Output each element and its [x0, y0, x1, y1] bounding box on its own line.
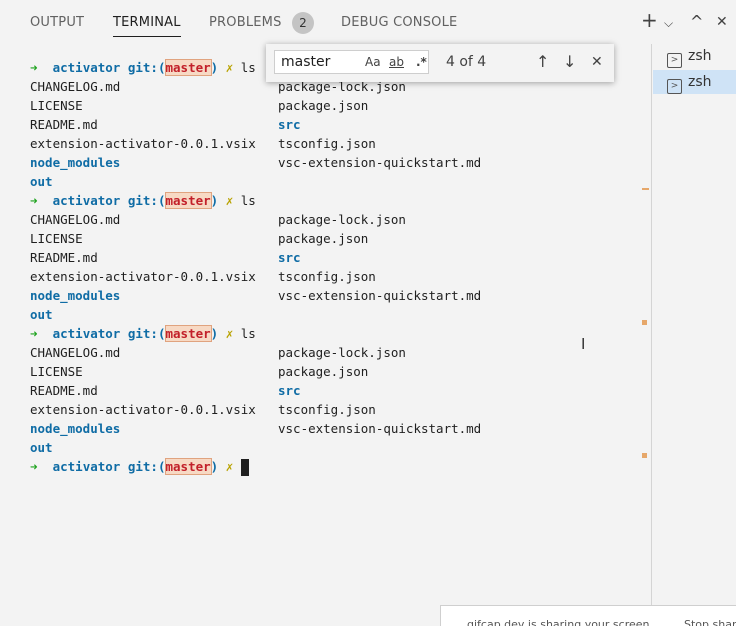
ls-file-entry: extension-activator-0.0.1.vsix	[30, 136, 256, 151]
tab-debug-console[interactable]: DEBUG CONSOLE	[341, 15, 457, 30]
prompt-line: ➜ activator git:(master) ✗	[30, 457, 249, 476]
git-prefix: git:(	[127, 60, 166, 75]
ls-file-entry: README.md	[30, 250, 98, 265]
ls-file-entry: package.json	[278, 364, 369, 379]
ls-file-entry: LICENSE	[30, 231, 83, 246]
command-text: ls	[240, 193, 256, 208]
close-panel-icon[interactable]: ✕	[716, 12, 728, 32]
ls-file-entry: package-lock.json	[278, 212, 406, 227]
git-branch: master	[164, 458, 212, 475]
ls-file-entry: CHANGELOG.md	[30, 79, 121, 94]
ls-file-entry: CHANGELOG.md	[30, 212, 121, 227]
ls-directory-entry: out	[30, 307, 53, 322]
ls-file-entry: tsconfig.json	[278, 402, 376, 417]
prompt-directory: activator	[52, 60, 121, 75]
git-prefix: git:(	[127, 193, 166, 208]
overview-ruler-marker	[642, 188, 649, 190]
ls-file-entry: package.json	[278, 98, 369, 113]
regex-toggle[interactable]: .*	[416, 55, 427, 69]
ls-file-entry: vsc-extension-quickstart.md	[278, 155, 482, 170]
git-prefix: git:(	[127, 459, 166, 474]
ls-directory-entry: src	[278, 383, 301, 398]
match-count: 4 of 4	[446, 54, 487, 70]
git-branch: master	[164, 59, 212, 76]
git-branch: master	[164, 325, 212, 342]
ls-file-entry: extension-activator-0.0.1.vsix	[30, 269, 256, 284]
command-text: ls	[240, 60, 256, 75]
ls-file-entry: tsconfig.json	[278, 136, 376, 151]
new-terminal-icon[interactable]: +	[641, 10, 658, 30]
ls-file-entry: package-lock.json	[278, 345, 406, 360]
prompt-directory: activator	[52, 459, 121, 474]
terminal-instance-1[interactable]: > zsh	[653, 44, 736, 68]
active-tab-indicator	[113, 36, 181, 37]
ls-directory-entry: src	[278, 117, 301, 132]
previous-match-icon[interactable]: ↑	[536, 52, 549, 71]
panel-tab-bar: OUTPUT TERMINAL PROBLEMS 2 DEBUG CONSOLE…	[0, 0, 736, 44]
prompt-directory: activator	[52, 193, 121, 208]
screen-share-banner: gifcap.dev is sharing your screen. Stop …	[440, 605, 736, 626]
text-cursor-icon: I	[581, 335, 586, 353]
prompt-arrow: ➜	[30, 193, 38, 208]
close-find-icon[interactable]: ✕	[591, 54, 603, 70]
ls-file-entry: LICENSE	[30, 364, 83, 379]
terminal-instance-label: zsh	[688, 74, 712, 90]
find-widget: Aa ab .* 4 of 4 ↑ ↓ ✕	[266, 44, 614, 82]
ls-directory-entry: node_modules	[30, 155, 121, 170]
ls-file-entry: LICENSE	[30, 98, 83, 113]
terminal-output[interactable]: ➜ activator git:(master) ✗ ls CHANGELOG.m…	[0, 44, 651, 625]
prompt-line: ➜ activator git:(master) ✗ ls	[30, 191, 256, 210]
find-input[interactable]	[274, 50, 429, 74]
problems-count-badge: 2	[292, 12, 314, 34]
tab-problems[interactable]: PROBLEMS	[209, 15, 282, 30]
ls-file-entry: vsc-extension-quickstart.md	[278, 421, 482, 436]
ls-file-entry: tsconfig.json	[278, 269, 376, 284]
overview-ruler-marker	[642, 320, 647, 325]
tab-output[interactable]: OUTPUT	[30, 15, 84, 30]
ls-directory-entry: node_modules	[30, 288, 121, 303]
git-branch: master	[164, 192, 212, 209]
ls-file-entry: README.md	[30, 117, 98, 132]
terminal-cursor	[240, 459, 249, 476]
prompt-arrow: ➜	[30, 326, 38, 341]
ls-directory-entry: node_modules	[30, 421, 121, 436]
ls-file-entry: package.json	[278, 231, 369, 246]
ls-file-entry: README.md	[30, 383, 98, 398]
terminal-icon: >	[667, 79, 682, 94]
terminal-instance-label: zsh	[688, 48, 712, 64]
overview-ruler-marker	[642, 453, 647, 458]
ls-directory-entry: src	[278, 250, 301, 265]
prompt-arrow: ➜	[30, 459, 38, 474]
match-case-toggle[interactable]: Aa	[365, 55, 381, 69]
tab-terminal[interactable]: TERMINAL	[113, 15, 181, 30]
next-match-icon[interactable]: ↓	[563, 52, 576, 71]
terminal-instance-2[interactable]: > zsh	[653, 70, 736, 94]
command-text: ls	[240, 326, 256, 341]
prompt-line: ➜ activator git:(master) ✗ ls	[30, 324, 256, 343]
maximize-panel-icon[interactable]: ^	[690, 12, 703, 32]
ls-file-entry: extension-activator-0.0.1.vsix	[30, 402, 256, 417]
ls-file-entry: vsc-extension-quickstart.md	[278, 288, 482, 303]
whole-word-toggle[interactable]: ab	[389, 55, 404, 69]
terminal-tabs-list: > zsh > zsh	[651, 44, 736, 625]
ls-file-entry: CHANGELOG.md	[30, 345, 121, 360]
ls-directory-entry: out	[30, 440, 53, 455]
prompt-line: ➜ activator git:(master) ✗ ls	[30, 58, 256, 77]
terminal-icon: >	[667, 53, 682, 68]
ls-directory-entry: out	[30, 174, 53, 189]
prompt-directory: activator	[52, 326, 121, 341]
prompt-arrow: ➜	[30, 60, 38, 75]
git-prefix: git:(	[127, 326, 166, 341]
terminal-dropdown-icon[interactable]: ⌵	[664, 13, 673, 33]
